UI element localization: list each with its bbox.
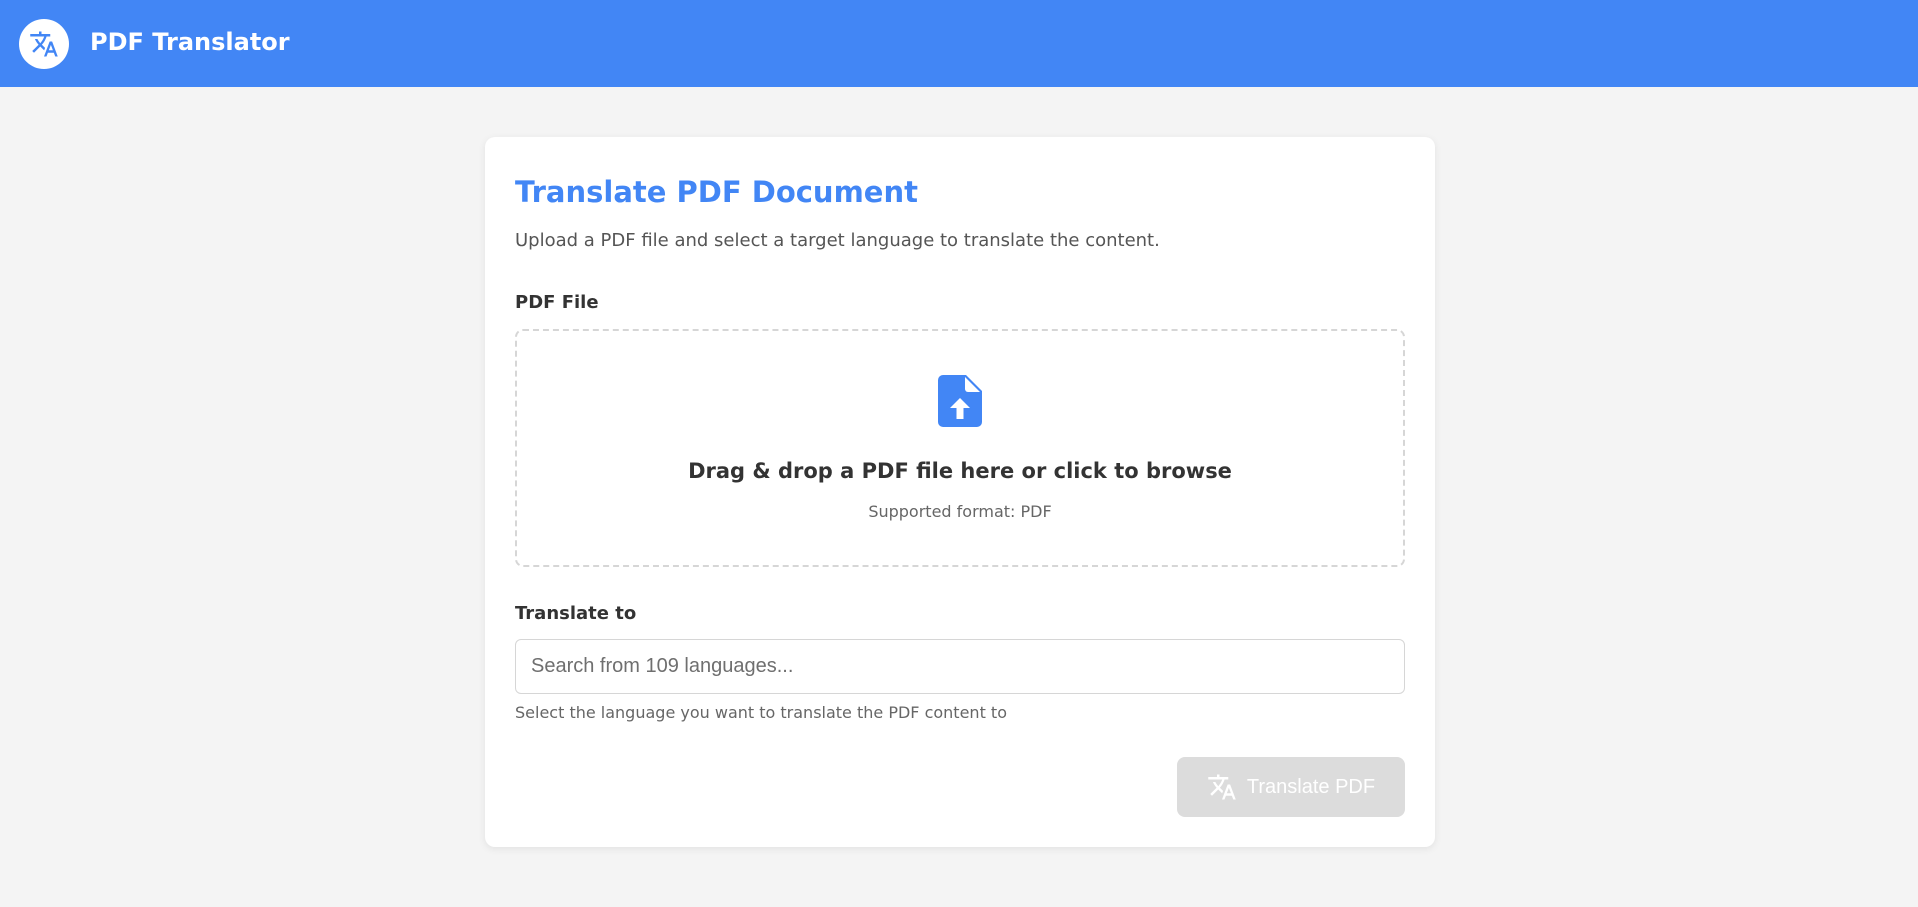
translate-icon <box>1208 774 1236 800</box>
language-search-input[interactable] <box>515 639 1405 694</box>
page-subtitle: Upload a PDF file and select a target la… <box>515 230 1160 251</box>
dropzone-format-hint: Supported format: PDF <box>868 502 1052 521</box>
translate-pdf-label: Translate PDF <box>1246 775 1376 798</box>
app-logo <box>19 19 69 69</box>
app-title: PDF Translator <box>90 28 290 56</box>
translate-pdf-button[interactable]: Translate PDF <box>1177 757 1405 817</box>
page-title: Translate PDF Document <box>515 175 918 209</box>
pdf-dropzone[interactable]: Drag & drop a PDF file here or click to … <box>515 329 1405 567</box>
translate-to-label: Translate to <box>515 603 637 624</box>
pdf-file-label: PDF File <box>515 292 599 313</box>
language-help-text: Select the language you want to translat… <box>515 703 1007 722</box>
app-header: PDF Translator <box>0 0 1918 87</box>
translate-icon <box>30 31 58 57</box>
dropzone-title: Drag & drop a PDF file here or click to … <box>688 459 1232 483</box>
file-upload-icon <box>938 375 982 427</box>
translate-card: Translate PDF Document Upload a PDF file… <box>485 137 1435 847</box>
